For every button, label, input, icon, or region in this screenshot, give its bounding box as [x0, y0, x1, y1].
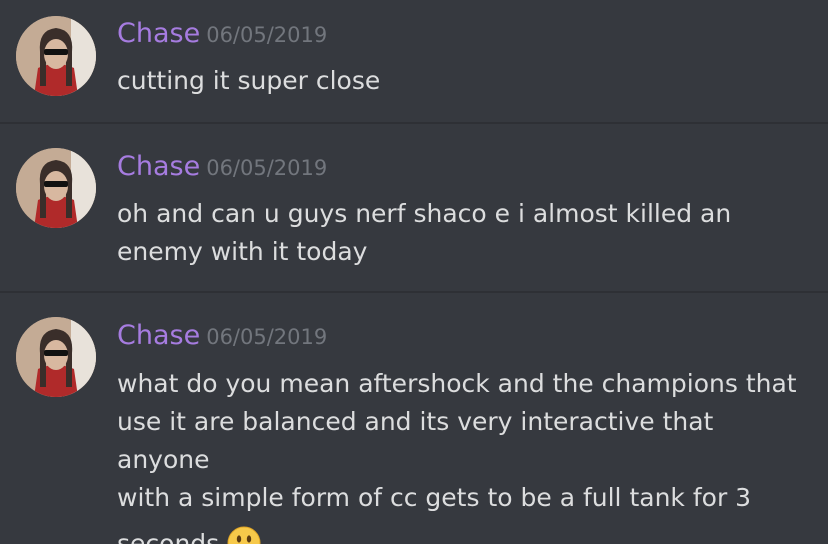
message-line: what do you mean aftershock and the cham…	[117, 369, 797, 398]
user-avatar-icon	[16, 317, 96, 397]
message-line: oh and can u guys nerf shaco e i almost …	[117, 199, 732, 228]
message-line: use it are balanced and its very interac…	[117, 407, 714, 474]
message-content: what do you mean aftershock and the cham…	[117, 365, 807, 544]
username[interactable]: Chase 06/05/2019	[117, 320, 327, 353]
message-3: Chase 06/05/2019 what do you mean aftersh…	[0, 293, 828, 544]
avatar[interactable]	[16, 16, 96, 96]
author-name[interactable]: Chase	[117, 18, 200, 49]
user-avatar-icon	[16, 16, 96, 96]
message-line-last: seconds	[117, 525, 807, 544]
avatar[interactable]	[16, 148, 96, 228]
timestamp: 06/05/2019	[206, 156, 328, 180]
username[interactable]: Chase 06/05/2019	[117, 151, 327, 184]
timestamp: 06/05/2019	[206, 325, 328, 349]
message-line: with a simple form of cc gets to be a fu…	[117, 483, 752, 512]
message-content: cutting it super close	[117, 62, 807, 100]
smiley-emoji-icon	[227, 526, 261, 544]
message-content: oh and can u guys nerf shaco e i almost …	[117, 195, 807, 271]
message-line: enemy with it today	[117, 237, 368, 266]
message-1: Chase 06/05/2019 cutting it super close	[0, 0, 828, 122]
avatar[interactable]	[16, 317, 96, 397]
author-name[interactable]: Chase	[117, 151, 200, 182]
message-line: seconds	[117, 529, 220, 544]
user-avatar-icon	[16, 148, 96, 228]
timestamp: 06/05/2019	[206, 23, 328, 47]
username[interactable]: Chase 06/05/2019	[117, 18, 327, 51]
author-name[interactable]: Chase	[117, 320, 200, 351]
message-2: Chase 06/05/2019 oh and can u guys nerf s…	[0, 124, 828, 292]
message-line: cutting it super close	[117, 66, 381, 95]
